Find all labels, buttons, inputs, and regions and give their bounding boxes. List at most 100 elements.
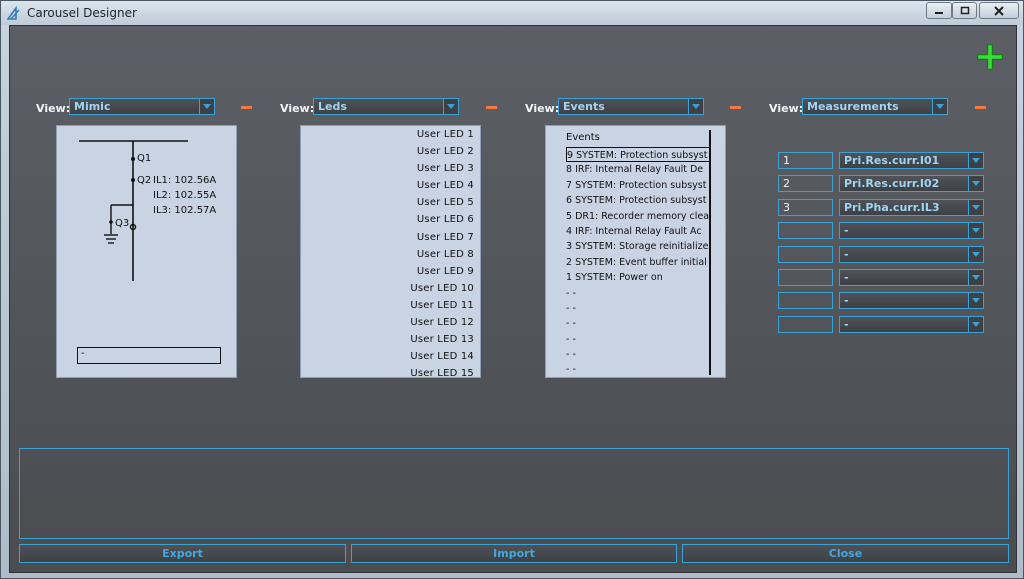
chevron-down-icon[interactable] (968, 176, 983, 191)
chevron-down-icon[interactable] (199, 99, 214, 114)
measurement-select[interactable]: - (839, 292, 984, 309)
led-item[interactable]: User LED 7 (410, 229, 474, 246)
chevron-down-icon[interactable] (688, 99, 703, 114)
measurement-select[interactable]: Pri.Res.curr.I02 (839, 175, 984, 192)
chevron-down-icon[interactable] (968, 153, 983, 168)
measurement-select[interactable]: - (839, 269, 984, 286)
led-item[interactable]: User LED 4 (410, 177, 474, 194)
event-item[interactable]: - - (566, 347, 711, 362)
earth-switch (109, 220, 113, 224)
minimize-button[interactable] (926, 2, 952, 19)
measurement-select[interactable]: Pri.Pha.curr.IL3 (839, 199, 984, 216)
event-item[interactable]: 7 SYSTEM: Protection subsyst (566, 178, 711, 193)
maximize-button[interactable] (952, 2, 977, 19)
chevron-down-icon[interactable] (968, 270, 983, 285)
led-item[interactable]: User LED 15 (410, 365, 474, 377)
maximize-icon (960, 6, 969, 15)
led-item[interactable]: User LED 14 (410, 348, 474, 365)
led-item[interactable]: User LED 5 (410, 194, 474, 211)
events-scrollbar[interactable] (709, 130, 711, 375)
mimic-input[interactable]: - (77, 347, 221, 364)
view-label-2: View: (280, 102, 315, 115)
il1-reading: IL1: 102.56A (153, 175, 217, 186)
event-item[interactable]: - - (566, 286, 711, 301)
remove-view-3-button[interactable] (730, 106, 741, 109)
q3-label: Q3 (115, 218, 130, 229)
measurement-index-field[interactable] (778, 222, 833, 239)
measurement-index-field[interactable]: 3 (778, 199, 833, 216)
event-item[interactable]: 3 SYSTEM: Storage reinitialized (566, 239, 711, 254)
event-item[interactable]: 5 DR1: Recorder memory clea (566, 209, 711, 224)
led-item[interactable]: User LED 8 (410, 246, 474, 263)
events-title: Events (566, 132, 600, 143)
chevron-down-icon[interactable] (968, 247, 983, 262)
measurement-select-value: Pri.Res.curr.I01 (844, 154, 940, 167)
triangle-icon (7, 6, 20, 20)
measurement-index-field[interactable] (778, 269, 833, 286)
led-item[interactable]: User LED 2 (410, 143, 474, 160)
q1-label: Q1 (137, 153, 152, 164)
measurement-index-field[interactable]: 1 (778, 152, 833, 169)
events-panel: Events 9 SYSTEM: Protection subsyst 8 IRF… (545, 125, 726, 378)
measurement-select[interactable]: Pri.Res.curr.I01 (839, 152, 984, 169)
view-label-3: View: (525, 102, 560, 115)
designer-client-area: View: Mimic View: Leds View: Events View… (9, 25, 1017, 573)
measurement-select[interactable]: - (839, 246, 984, 263)
import-button[interactable]: Import (351, 544, 677, 563)
led-item[interactable]: User LED 12 (410, 314, 474, 331)
chevron-down-icon[interactable] (932, 99, 947, 114)
event-item[interactable]: 1 SYSTEM: Power on (566, 270, 711, 285)
event-item[interactable]: - - (566, 332, 711, 347)
view-select-4[interactable]: Measurements (802, 98, 948, 115)
led-item[interactable]: User LED 6 (410, 211, 474, 228)
chevron-down-icon[interactable] (968, 223, 983, 238)
led-item[interactable]: User LED 9 (410, 263, 474, 280)
chevron-down-icon[interactable] (968, 317, 983, 332)
view-select-3[interactable]: Events (558, 98, 704, 115)
measurement-select[interactable]: - (839, 316, 984, 333)
measurement-select-value: - (844, 271, 849, 284)
close-button[interactable]: Close (682, 544, 1009, 563)
view-select-2[interactable]: Leds (313, 98, 459, 115)
event-item[interactable]: - - (566, 301, 711, 316)
event-item[interactable]: 6 SYSTEM: Protection subsyst (566, 193, 711, 208)
event-item[interactable]: - - (566, 316, 711, 331)
view-select-1[interactable]: Mimic (69, 98, 215, 115)
led-item[interactable]: User LED 11 (410, 297, 474, 314)
measurement-select-value: - (844, 224, 849, 237)
event-item[interactable]: 4 IRF: Internal Relay Fault Ac (566, 224, 711, 239)
minimize-icon (935, 12, 943, 14)
remove-view-2-button[interactable] (486, 106, 497, 109)
event-item[interactable]: 9 SYSTEM: Protection subsyst (566, 147, 711, 163)
led-item[interactable]: User LED 10 (410, 280, 474, 297)
led-item[interactable]: User LED 1 (410, 126, 474, 143)
measurement-select[interactable]: - (839, 222, 984, 239)
view-select-1-value: Mimic (74, 100, 111, 113)
event-item[interactable]: 8 IRF: Internal Relay Fault De (566, 162, 711, 177)
measurement-index-field[interactable] (778, 246, 833, 263)
event-item[interactable]: 2 SYSTEM: Event buffer initial (566, 255, 711, 270)
event-item[interactable]: - - (566, 362, 711, 377)
il2-reading: IL2: 102.55A (153, 190, 217, 201)
plus-icon[interactable] (977, 44, 1003, 70)
close-window-button[interactable] (979, 2, 1019, 19)
led-item[interactable]: User LED 13 (410, 331, 474, 348)
measurement-index-field[interactable] (778, 316, 833, 333)
view-select-4-value: Measurements (807, 100, 899, 113)
export-button[interactable]: Export (19, 544, 346, 563)
title-bar[interactable]: Carousel Designer (1, 1, 1023, 25)
measurement-select-value: - (844, 248, 849, 261)
remove-view-4-button[interactable] (975, 106, 986, 109)
remove-view-1-button[interactable] (241, 106, 252, 109)
led-item[interactable]: User LED 3 (410, 160, 474, 177)
view-label-4: View: (769, 102, 804, 115)
measurement-index-field[interactable] (778, 292, 833, 309)
chevron-down-icon[interactable] (968, 293, 983, 308)
led-list: User LED 1 User LED 2 User LED 3 User LED 4… (410, 126, 474, 377)
chevron-down-icon[interactable] (968, 200, 983, 215)
measurement-select-value: - (844, 294, 849, 307)
q2-label: Q2 (137, 175, 152, 186)
measurement-index-field[interactable]: 2 (778, 175, 833, 192)
q1-switch (131, 157, 135, 161)
chevron-down-icon[interactable] (443, 99, 458, 114)
